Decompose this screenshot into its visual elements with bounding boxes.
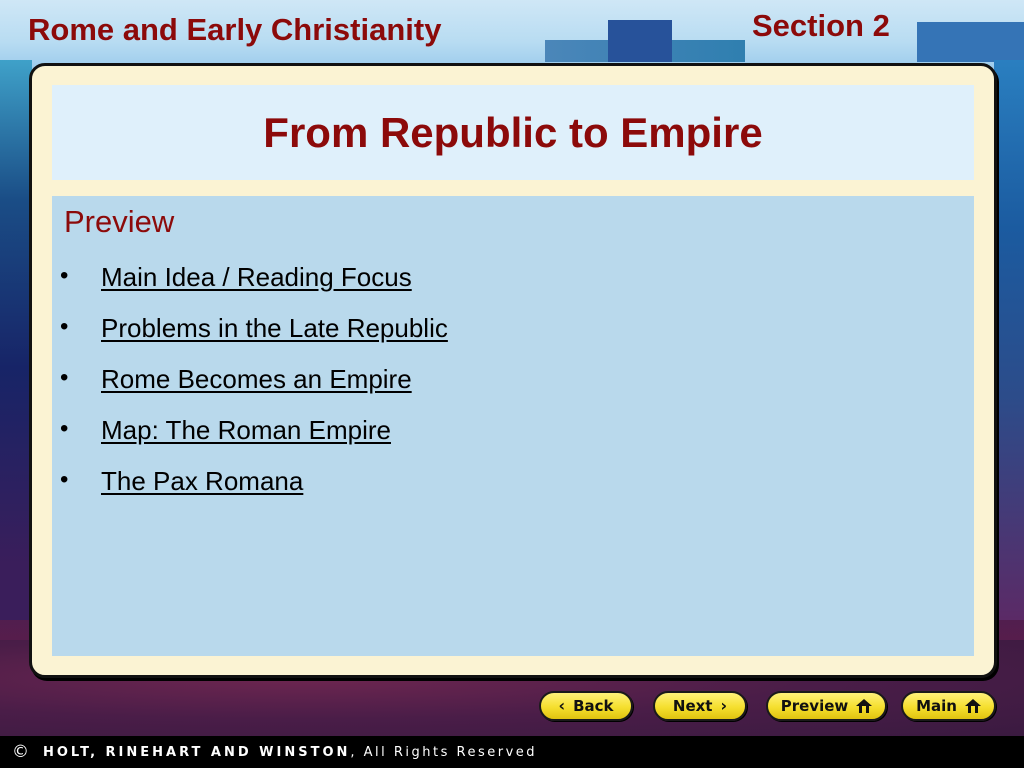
rights-text: , All Rights Reserved bbox=[350, 744, 538, 760]
home-icon bbox=[856, 699, 873, 713]
preview-button-label: Preview bbox=[780, 697, 849, 715]
preview-heading: Preview bbox=[64, 204, 175, 239]
main-button[interactable]: Main bbox=[901, 691, 996, 721]
slide-card: From Republic to Empire Preview • Main I… bbox=[29, 63, 997, 678]
chapter-title: Rome and Early Christianity bbox=[28, 12, 442, 47]
copyright-icon: © bbox=[12, 742, 29, 762]
home-icon bbox=[964, 699, 981, 713]
section-label: Section 2 bbox=[752, 8, 890, 43]
slide-title: From Republic to Empire bbox=[263, 108, 763, 156]
link-map-roman-empire[interactable]: Map: The Roman Empire bbox=[101, 415, 391, 446]
title-box: From Republic to Empire bbox=[52, 85, 974, 180]
back-button-label: Back bbox=[573, 697, 614, 715]
building-graphic bbox=[608, 20, 672, 62]
building-graphic bbox=[917, 22, 1024, 62]
bullet-icon: • bbox=[60, 466, 69, 493]
copyright-footer: © HOLT, RINEHART AND WINSTON , All Right… bbox=[0, 736, 1024, 768]
chevron-left-icon: ‹ bbox=[558, 696, 566, 715]
bullet-icon: • bbox=[60, 262, 69, 289]
city-background-left bbox=[0, 60, 32, 620]
bullet-icon: • bbox=[60, 415, 69, 442]
preview-button[interactable]: Preview bbox=[766, 691, 887, 721]
next-button-label: Next bbox=[672, 697, 713, 715]
link-rome-becomes-empire[interactable]: Rome Becomes an Empire bbox=[101, 364, 412, 395]
link-pax-romana[interactable]: The Pax Romana bbox=[101, 466, 303, 497]
preview-panel: Preview • Main Idea / Reading Focus • Pr… bbox=[52, 196, 974, 656]
bullet-icon: • bbox=[60, 364, 69, 391]
next-button[interactable]: Next › bbox=[653, 691, 747, 721]
chevron-right-icon: › bbox=[720, 696, 728, 715]
back-button[interactable]: ‹ Back bbox=[539, 691, 633, 721]
link-problems-late-republic[interactable]: Problems in the Late Republic bbox=[101, 313, 448, 344]
publisher-name: HOLT, RINEHART AND WINSTON bbox=[43, 744, 351, 760]
main-button-label: Main bbox=[916, 697, 957, 715]
city-background-right bbox=[994, 60, 1024, 620]
bullet-icon: • bbox=[60, 313, 69, 340]
link-main-idea-reading-focus[interactable]: Main Idea / Reading Focus bbox=[101, 262, 412, 293]
